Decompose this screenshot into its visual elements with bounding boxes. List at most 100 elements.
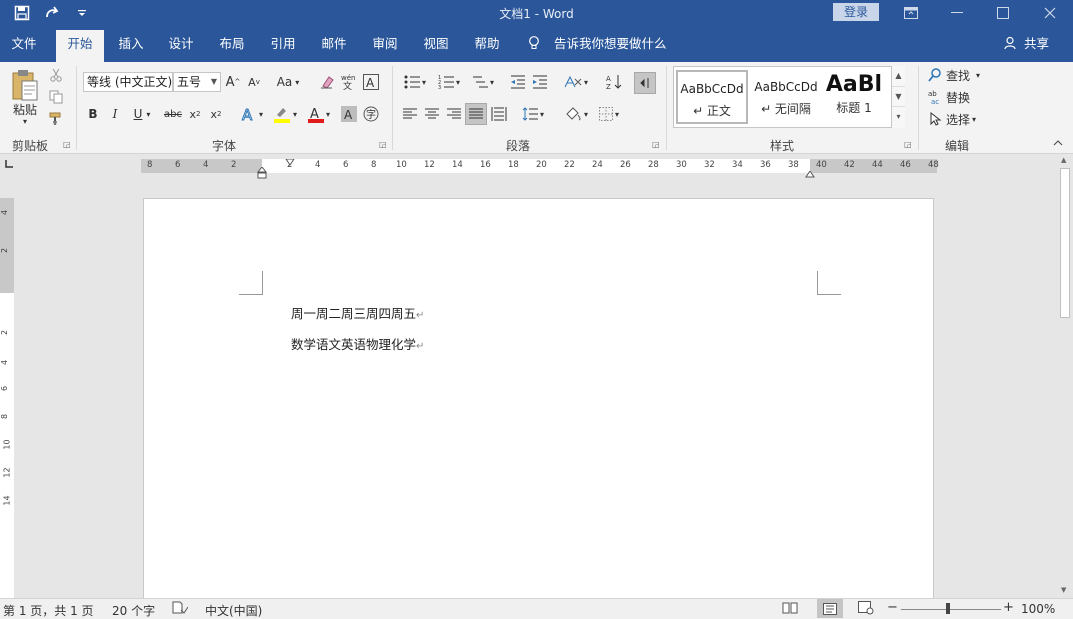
zoom-level[interactable]: 100% (1021, 602, 1055, 616)
page-count[interactable]: 第 1 页，共 1 页 (3, 602, 94, 619)
grow-font-icon[interactable]: A ^ (224, 72, 242, 92)
document-paragraph[interactable]: 数学语文英语物理化学↵ (291, 334, 424, 353)
shading-icon[interactable]: ▾ (560, 104, 592, 124)
numbering-icon[interactable]: 1 2 3 ▾ (434, 72, 464, 92)
zoom-out-button[interactable]: − (887, 600, 898, 615)
scrollbar-thumb[interactable] (1060, 168, 1070, 318)
first-line-indent-marker[interactable] (285, 155, 295, 169)
bold-icon[interactable]: B (84, 104, 102, 124)
select-button[interactable]: 选择 ▾ (928, 110, 990, 128)
ruler-number: 4 (203, 160, 209, 170)
zoom-in-button[interactable]: + (1003, 600, 1014, 615)
login-button[interactable]: 登录 (833, 3, 879, 21)
tab-home[interactable]: 开始 (56, 30, 104, 62)
strikethrough-icon[interactable]: abc (162, 104, 184, 124)
character-shading-icon[interactable]: A (340, 104, 358, 124)
web-layout-icon[interactable] (858, 601, 874, 618)
font-launcher-icon[interactable]: ◲ (379, 140, 387, 149)
align-left-icon[interactable] (400, 104, 420, 124)
chevron-up-icon[interactable]: ▲ (892, 66, 905, 86)
chevron-down-icon[interactable]: ▼ (892, 86, 905, 106)
align-center-icon[interactable] (422, 104, 442, 124)
tab-design[interactable]: 设计 (158, 26, 204, 62)
increase-indent-icon[interactable] (530, 72, 550, 92)
vertical-scrollbar[interactable]: ▲ ▼ (1057, 154, 1073, 598)
show-formatting-marks-icon[interactable] (634, 72, 656, 94)
chinese-layout-icon[interactable]: ▾ (560, 72, 592, 92)
find-label: 查找 (946, 68, 971, 83)
tab-review[interactable]: 审阅 (362, 26, 408, 62)
multilevel-list-icon[interactable]: ▾ (468, 72, 498, 92)
paste-button[interactable]: 粘贴 (8, 100, 42, 118)
document-paragraph[interactable]: 周一周二周三周四周五↵ (291, 303, 424, 322)
minimize-icon[interactable] (934, 0, 980, 26)
style-normal[interactable]: AaBbCcDd ↵ 正文 (676, 70, 748, 124)
styles-scroll[interactable]: ▲ ▼ ▾ (891, 66, 905, 128)
document-page[interactable]: 周一周二周三周四周五↵ 数学语文英语物理化学↵ (143, 198, 934, 608)
vertical-ruler[interactable]: 4 2 2 4 6 8 10 12 14 (0, 198, 14, 598)
scroll-up-icon[interactable]: ▲ (1061, 156, 1066, 164)
format-painter-icon[interactable] (46, 110, 66, 128)
close-icon[interactable] (1027, 0, 1073, 26)
clear-formatting-icon[interactable] (318, 72, 336, 92)
paste-dropdown-icon[interactable]: ▾ (20, 117, 30, 126)
tab-references[interactable]: 引用 (260, 26, 306, 62)
more-styles-icon[interactable]: ▾ (892, 106, 905, 126)
copy-icon[interactable] (46, 88, 66, 106)
decrease-indent-icon[interactable] (508, 72, 528, 92)
word-count[interactable]: 20 个字 (112, 602, 155, 619)
print-layout-icon[interactable] (817, 599, 843, 618)
tell-me-search[interactable]: 告诉我你想要做什么 (528, 26, 667, 62)
align-right-icon[interactable] (444, 104, 464, 124)
language-indicator[interactable]: 中文(中国) (205, 602, 262, 619)
superscript-icon[interactable]: x2 (207, 104, 225, 124)
underline-icon[interactable]: U ▾ (128, 104, 156, 124)
tab-mailings[interactable]: 邮件 (311, 26, 357, 62)
maximize-icon[interactable] (980, 0, 1026, 26)
replace-button[interactable]: ab ac 替换 (928, 88, 990, 106)
distributed-icon[interactable] (489, 104, 509, 124)
highlight-icon[interactable]: ▾ (270, 104, 300, 124)
font-color-icon[interactable]: A ▾ (304, 104, 334, 124)
font-name-combo[interactable]: 等线 (中文正文) (83, 72, 173, 92)
enclose-characters-icon[interactable]: 字 (362, 104, 380, 124)
tab-help[interactable]: 帮助 (464, 26, 510, 62)
style-no-spacing[interactable]: AaBbCcDd ↵ 无间隔 (750, 70, 822, 124)
text-effects-icon[interactable]: A ▾ (238, 104, 266, 124)
cut-icon[interactable] (46, 66, 66, 84)
change-case-button[interactable]: Aa ▾ (272, 72, 304, 92)
tab-insert[interactable]: 插入 (108, 26, 154, 62)
character-border-icon[interactable]: A (362, 72, 380, 92)
styles-launcher-icon[interactable]: ◲ (904, 140, 912, 149)
bullets-icon[interactable]: ▾ (400, 72, 430, 92)
phonetic-guide-icon[interactable]: wén 文 (340, 72, 358, 92)
left-indent-marker[interactable] (256, 166, 268, 182)
style-heading-1[interactable]: AaBl 标题 1 (822, 70, 886, 124)
tab-view[interactable]: 视图 (413, 26, 459, 62)
justify-icon[interactable] (465, 103, 487, 125)
tab-layout[interactable]: 布局 (209, 26, 255, 62)
clipboard-launcher-icon[interactable]: ◲ (63, 140, 71, 149)
paragraph-launcher-icon[interactable]: ◲ (652, 140, 660, 149)
share-button[interactable]: 共享 (1004, 26, 1049, 62)
scroll-down-icon[interactable]: ▼ (1061, 586, 1066, 594)
tab-selector-icon[interactable] (4, 159, 16, 171)
borders-icon[interactable]: ▾ (594, 104, 624, 124)
line-spacing-icon[interactable]: ▾ (518, 104, 548, 124)
collapse-ribbon-icon[interactable] (1050, 136, 1066, 150)
right-indent-marker[interactable] (805, 167, 815, 181)
zoom-slider-thumb[interactable] (946, 603, 950, 614)
find-button[interactable]: 查找 ▾ (928, 66, 990, 84)
svg-text:Z: Z (606, 83, 611, 90)
font-size-combo[interactable]: 五号 ▼ (173, 72, 221, 92)
horizontal-ruler[interactable]: 8642 24681012141618202224262830323436384… (141, 158, 939, 179)
tab-file[interactable]: 文件 (0, 26, 48, 62)
subscript-icon[interactable]: x2 (186, 104, 204, 124)
ribbon-display-options-icon[interactable] (888, 0, 934, 26)
italic-icon[interactable]: I (106, 104, 124, 124)
shrink-font-icon[interactable]: Av (245, 72, 263, 92)
read-mode-icon[interactable] (782, 601, 798, 618)
sort-icon[interactable]: AZ (604, 72, 624, 92)
zoom-slider[interactable] (901, 609, 1001, 610)
proofing-icon[interactable] (172, 601, 189, 618)
